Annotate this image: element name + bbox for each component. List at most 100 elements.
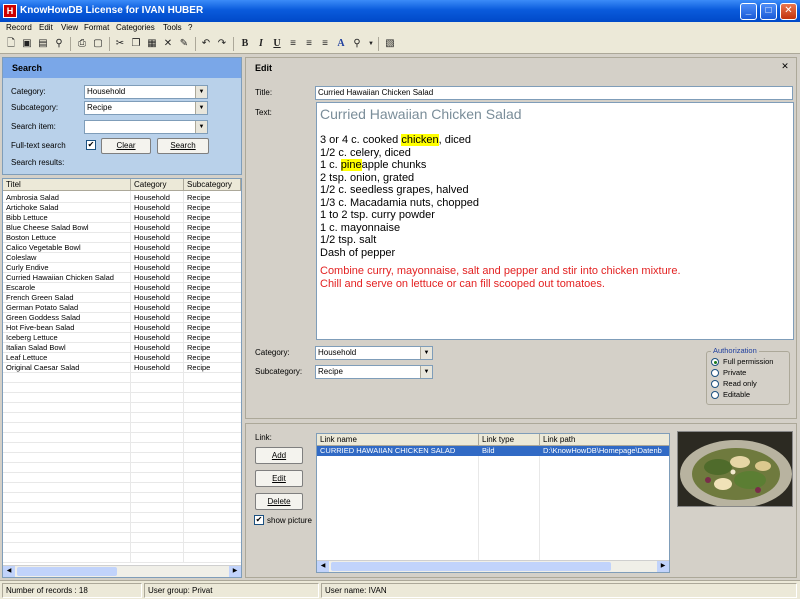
edit-panel: Edit ✕ Title: Curried Hawaiian Chicken S… [245,57,797,419]
ingredient-line: Dash of pepper [320,246,396,259]
ingredient-line: 2 tsp. onion, grated [320,171,415,184]
subcategory-label: Subcategory: [11,103,59,112]
redo-icon[interactable]: ↷ [215,37,229,51]
scroll-thumb[interactable] [331,562,611,571]
edit-link-button[interactable]: Edit [255,470,303,487]
recipe-text-area[interactable]: Curried Hawaiian Chicken Salad 3 or 4 c.… [316,102,794,340]
authorization-legend: Authorization [711,346,759,355]
results-horizontal-scrollbar[interactable]: ◀ ▶ [3,565,241,577]
minimize-button[interactable]: _ [740,3,757,20]
category-select[interactable]: Household ▼ [84,85,208,99]
link-horizontal-scrollbar[interactable]: ◀ ▶ [317,560,669,572]
align-right-icon[interactable]: ≡ [318,37,332,51]
toolbar: 🗋 ▣ ▤ ⚲ ⎙ ▢ ✂ ❐ ▦ ✕ ✎ ↶ ↷ B I U ≡ ≡ ≡ A … [0,34,800,54]
menu-record[interactable]: Record [6,23,32,32]
title-field[interactable]: Curried Hawaiian Chicken Salad [315,86,793,100]
bold-icon[interactable]: B [238,37,252,51]
scroll-right-icon[interactable]: ▶ [657,561,669,572]
clear-icon[interactable]: ✕ [161,37,175,51]
radio-label-read-only: Read only [723,379,757,388]
link-row[interactable]: CURRIED HAWAIIAN CHICKEN SALAD Bild D:\K… [317,446,669,456]
edit-title: Edit [255,63,272,73]
save-icon[interactable]: ▣ [20,37,34,51]
chevron-down-icon[interactable]: ▼ [195,102,207,114]
column-header-link-name[interactable]: Link name [317,434,479,446]
search-item-input[interactable]: ▼ [84,120,208,134]
print-icon[interactable]: ⎙ [75,37,89,51]
search-item-label: Search item: [11,122,56,131]
chevron-down-icon[interactable]: ▼ [420,347,432,359]
status-bar: Number of records : 18 User group: Priva… [0,580,800,599]
link-label: Link: [255,433,272,442]
column-header-titel[interactable]: Titel [3,179,131,191]
radio-editable[interactable] [711,391,719,399]
status-user-group: User group: Privat [144,583,319,598]
ingredient-line: 1 c. pineapple chunks [320,159,427,171]
column-header-category[interactable]: Category [131,179,184,191]
brush-icon[interactable]: ✎ [177,37,191,51]
ingredient-line: 1/3 c. Macadamia nuts, chopped [320,196,479,209]
close-window-button[interactable]: ✕ [780,3,797,20]
cut-icon[interactable]: ✂ [113,37,127,51]
menu-categories[interactable]: Categories [116,23,155,32]
menu-help[interactable]: ? [188,23,192,32]
subcategory-select[interactable]: Recipe ▼ [84,101,208,115]
undo-icon[interactable]: ↶ [199,37,213,51]
link-panel: Link: Add Edit Delete ✔ show picture Lin… [245,423,797,578]
menu-view[interactable]: View [61,23,78,32]
clear-button[interactable]: Clear [101,138,151,154]
instruction-line: Combine curry, mayonnaise, salt and pepp… [320,265,681,277]
picture-icon[interactable]: ▧ [383,37,397,51]
align-center-icon[interactable]: ≡ [302,37,316,51]
edit-category-label: Category: [255,348,290,357]
print-preview-icon[interactable]: ▢ [91,37,105,51]
show-picture-label: show picture [267,516,312,525]
fulltext-checkbox[interactable]: ✔ [86,140,96,150]
search-highlight: pine [340,159,362,171]
radio-label-full-permission: Full permission [723,357,774,366]
add-link-button[interactable]: Add [255,447,303,464]
show-picture-checkbox[interactable]: ✔ [254,515,264,525]
align-left-icon[interactable]: ≡ [286,37,300,51]
zoom-icon[interactable]: ⚲ [350,37,364,51]
font-color-icon[interactable]: A [334,37,348,51]
scroll-right-icon[interactable]: ▶ [229,566,241,577]
search-panel: Search Category: Household ▼ Subcategory… [2,57,242,175]
menu-edit[interactable]: Edit [39,23,53,32]
ingredient-line: 1/2 c. seedless grapes, halved [320,184,469,196]
edit-subcategory-select[interactable]: Recipe ▼ [315,365,433,379]
maximize-button[interactable]: □ [760,3,777,20]
new-icon[interactable]: 🗋 [4,37,18,51]
scroll-left-icon[interactable]: ◀ [317,561,329,572]
italic-icon[interactable]: I [254,37,268,51]
column-header-link-path[interactable]: Link path [540,434,669,446]
column-header-subcategory[interactable]: Subcategory [184,179,241,191]
search-button[interactable]: Search [157,138,209,154]
delete-icon[interactable]: ▤ [36,37,50,51]
dropdown-icon[interactable]: ▼ [364,37,378,51]
menu-format[interactable]: Format [84,23,109,32]
chevron-down-icon[interactable]: ▼ [195,86,207,98]
radio-label-editable: Editable [723,390,751,399]
edit-subcategory-label: Subcategory: [255,367,303,376]
underline-icon[interactable]: U [270,37,284,51]
fulltext-label: Full-text search [11,141,66,150]
chevron-down-icon[interactable]: ▼ [195,121,207,133]
column-header-link-type[interactable]: Link type [479,434,540,446]
menu-tools[interactable]: Tools [163,23,182,32]
paste-icon[interactable]: ▦ [145,37,159,51]
radio-read-only[interactable] [711,380,719,388]
chevron-down-icon[interactable]: ▼ [420,366,432,378]
find-icon[interactable]: ⚲ [52,37,66,51]
instruction-line: Chill and serve on lettuce or can fill s… [320,277,605,290]
radio-private[interactable] [711,369,719,377]
delete-link-button[interactable]: Delete [255,493,303,510]
title-label: Title: [255,88,273,97]
copy-icon[interactable]: ❐ [129,37,143,51]
scroll-thumb[interactable] [17,567,117,576]
title-bar[interactable]: H KnowHowDB License for IVAN HUBER _ □ ✕ [0,0,800,22]
scroll-left-icon[interactable]: ◀ [3,566,15,577]
close-icon[interactable]: ✕ [779,60,791,72]
edit-category-select[interactable]: Household ▼ [315,346,433,360]
radio-full-permission[interactable] [711,358,719,366]
